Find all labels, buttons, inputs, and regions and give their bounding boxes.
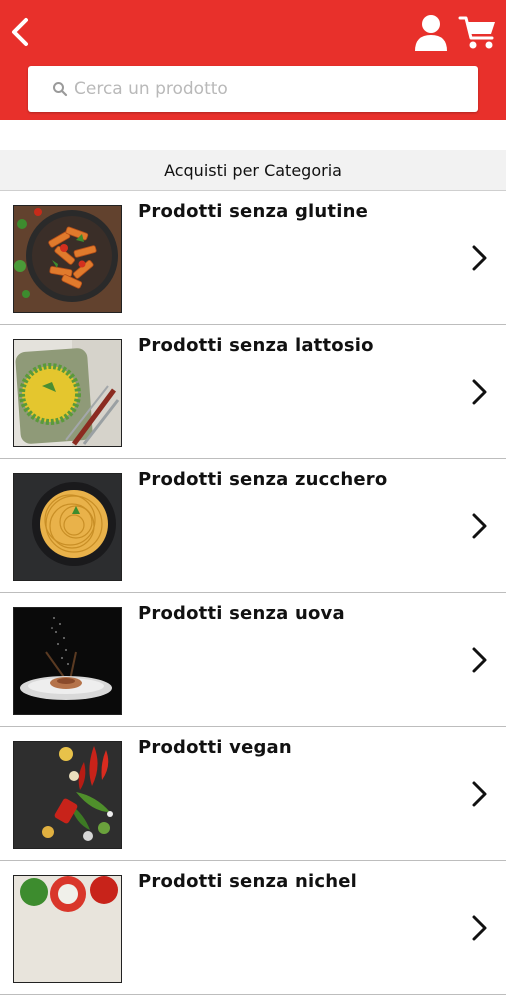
category-label: Prodotti senza uova bbox=[138, 603, 345, 624]
category-row-lactose-free[interactable]: Prodotti senza lattosio bbox=[0, 325, 506, 459]
cart-button[interactable] bbox=[458, 14, 498, 52]
category-label: Prodotti vegan bbox=[138, 737, 292, 758]
category-list: Prodotti senza glutine Prodotti senza la… bbox=[0, 191, 506, 995]
category-label: Prodotti senza glutine bbox=[138, 201, 369, 222]
category-row-nickel-free[interactable]: Prodotti senza nichel bbox=[0, 861, 506, 995]
category-image bbox=[13, 473, 122, 581]
chevron-right-icon[interactable] bbox=[468, 645, 490, 675]
category-label: Prodotti senza nichel bbox=[138, 871, 358, 892]
cart-icon bbox=[458, 16, 495, 49]
user-icon bbox=[415, 15, 447, 51]
category-image bbox=[13, 607, 122, 715]
chevron-right-icon[interactable] bbox=[468, 377, 490, 407]
category-image bbox=[13, 741, 122, 849]
spacer bbox=[0, 120, 506, 150]
category-row-vegan[interactable]: Prodotti vegan bbox=[0, 727, 506, 861]
section-title: Acquisti per Categoria bbox=[0, 150, 506, 191]
category-label: Prodotti senza zucchero bbox=[138, 469, 388, 490]
app-header bbox=[0, 0, 506, 120]
category-row-sugar-free[interactable]: Prodotti senza zucchero bbox=[0, 459, 506, 593]
back-icon bbox=[12, 18, 28, 46]
category-row-gluten-free[interactable]: Prodotti senza glutine bbox=[0, 191, 506, 325]
category-image bbox=[13, 339, 122, 447]
category-row-egg-free[interactable]: Prodotti senza uova bbox=[0, 593, 506, 727]
category-image bbox=[13, 875, 122, 983]
category-image bbox=[13, 205, 122, 313]
chevron-right-icon[interactable] bbox=[468, 243, 490, 273]
account-button[interactable] bbox=[413, 13, 449, 53]
back-button[interactable] bbox=[6, 14, 34, 50]
search-icon bbox=[53, 82, 68, 97]
chevron-right-icon[interactable] bbox=[468, 779, 490, 809]
category-label: Prodotti senza lattosio bbox=[138, 335, 374, 356]
chevron-right-icon[interactable] bbox=[468, 511, 490, 541]
chevron-right-icon[interactable] bbox=[468, 913, 490, 943]
search-input[interactable] bbox=[74, 66, 464, 112]
search-bar[interactable] bbox=[28, 66, 478, 112]
